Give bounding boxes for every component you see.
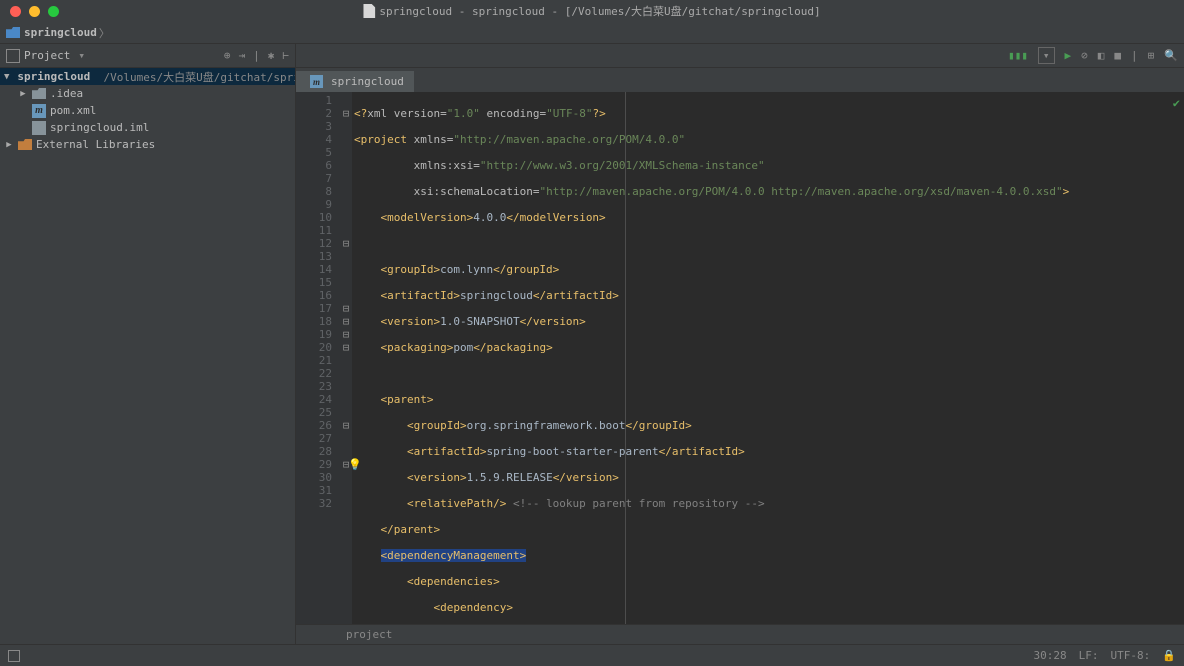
tree-item-label: springcloud.iml — [50, 121, 149, 134]
project-view-label[interactable]: Project — [24, 49, 70, 62]
maximize-window-icon[interactable] — [48, 6, 59, 17]
minimize-window-icon[interactable] — [29, 6, 40, 17]
run-config-dropdown[interactable]: ▾ — [1038, 47, 1055, 64]
tree-item-idea[interactable]: ▶ .idea — [0, 85, 295, 102]
selected-tag: <dependencyManagement> — [381, 549, 527, 562]
dropdown-icon[interactable]: ▾ — [78, 49, 85, 62]
code-content[interactable]: <?xml version="1.0" encoding="UTF-8"?> <… — [352, 92, 1184, 624]
window-controls — [0, 6, 59, 17]
coverage-icon[interactable]: ◧ — [1098, 49, 1105, 62]
layout-icon[interactable]: ⊞ — [1148, 49, 1155, 62]
fold-column[interactable]: ⊟⊟⊟⊟⊟⊟⊟⊟ — [340, 92, 352, 624]
editor: ▮▮▮ ▾ ▶ ⊘ ◧ ■ | ⊞ 🔍 m springcloud ✔ 1234… — [296, 44, 1184, 644]
sidebar-toolbar: Project ▾ ⊕ ⇥ | ✱ ⊢ — [0, 44, 295, 68]
close-window-icon[interactable] — [10, 6, 21, 17]
library-icon — [18, 139, 32, 150]
separator: | — [253, 49, 260, 62]
project-tree[interactable]: ▼ springcloud /Volumes/大白菜U盘/gitchat/spr… — [0, 68, 295, 644]
run-icon[interactable]: ▶ — [1065, 49, 1072, 62]
intention-bulb-icon[interactable]: 💡 — [348, 458, 362, 471]
line-gutter: 1234567891011121314151617181920212223242… — [296, 92, 340, 624]
tool-windows-icon[interactable] — [8, 650, 20, 662]
breadcrumb-item[interactable]: project — [346, 628, 392, 641]
tree-external-libs[interactable]: ▶ External Libraries — [0, 136, 295, 153]
margin-line — [625, 92, 626, 624]
tab-label: springcloud — [331, 75, 404, 88]
tab-springcloud[interactable]: m springcloud — [296, 70, 414, 92]
folder-icon — [6, 27, 20, 38]
build-icon[interactable]: ▮▮▮ — [1008, 49, 1028, 62]
tree-item-label: External Libraries — [36, 138, 155, 151]
nav-project-name[interactable]: springcloud — [24, 26, 97, 39]
file-encoding[interactable]: UTF-8: — [1111, 649, 1151, 662]
expand-arrow-icon[interactable]: ▶ — [4, 140, 14, 150]
tree-item-pom[interactable]: m pom.xml — [0, 102, 295, 119]
status-bar: 30:28 LF: UTF-8: 🔒 — [0, 644, 1184, 666]
hide-icon[interactable]: ⊢ — [282, 49, 289, 62]
project-sidebar: Project ▾ ⊕ ⇥ | ✱ ⊢ ▼ springcloud /Volum… — [0, 44, 296, 644]
navigation-bar: springcloud 〉 — [0, 22, 1184, 44]
tree-root-label: springcloud — [17, 70, 90, 83]
tree-root-path: /Volumes/大白菜U盘/gitchat/springclo — [90, 69, 295, 85]
title-text: springcloud - springcloud - [/Volumes/大白… — [379, 3, 820, 19]
titlebar: springcloud - springcloud - [/Volumes/大白… — [0, 0, 1184, 22]
search-icon[interactable]: 🔍 — [1164, 49, 1178, 62]
tree-item-label: pom.xml — [50, 104, 96, 117]
lock-icon[interactable]: 🔒 — [1162, 649, 1176, 662]
iml-file-icon — [32, 121, 46, 135]
maven-icon: m — [310, 75, 323, 88]
debug-icon[interactable]: ⊘ — [1081, 49, 1088, 62]
editor-tabs: m springcloud — [296, 68, 1184, 92]
inspection-ok-icon[interactable]: ✔ — [1173, 96, 1180, 110]
gear-icon[interactable]: ✱ — [268, 49, 275, 62]
maven-icon: m — [32, 104, 46, 118]
editor-toolbar: ▮▮▮ ▾ ▶ ⊘ ◧ ■ | ⊞ 🔍 — [296, 44, 1184, 68]
chevron-icon: 〉 — [99, 25, 110, 41]
code-area[interactable]: ✔ 12345678910111213141516171819202122232… — [296, 92, 1184, 624]
expand-arrow-icon[interactable]: ▶ — [18, 89, 28, 99]
tree-root[interactable]: ▼ springcloud /Volumes/大白菜U盘/gitchat/spr… — [0, 68, 295, 85]
folder-icon — [32, 88, 46, 99]
line-separator[interactable]: LF: — [1079, 649, 1099, 662]
file-icon — [363, 4, 375, 18]
tree-item-iml[interactable]: springcloud.iml — [0, 119, 295, 136]
stop-icon[interactable]: ■ — [1114, 49, 1121, 62]
tree-item-label: .idea — [50, 87, 83, 100]
collapse-icon[interactable]: ⇥ — [239, 49, 246, 62]
autoscroll-icon[interactable]: ⊕ — [224, 49, 231, 62]
project-view-icon[interactable] — [6, 49, 20, 63]
breadcrumb-bar[interactable]: project — [296, 624, 1184, 644]
expand-arrow-icon[interactable]: ▼ — [4, 72, 9, 82]
separator: | — [1131, 49, 1138, 62]
cursor-position[interactable]: 30:28 — [1034, 649, 1067, 662]
window-title: springcloud - springcloud - [/Volumes/大白… — [363, 3, 820, 19]
